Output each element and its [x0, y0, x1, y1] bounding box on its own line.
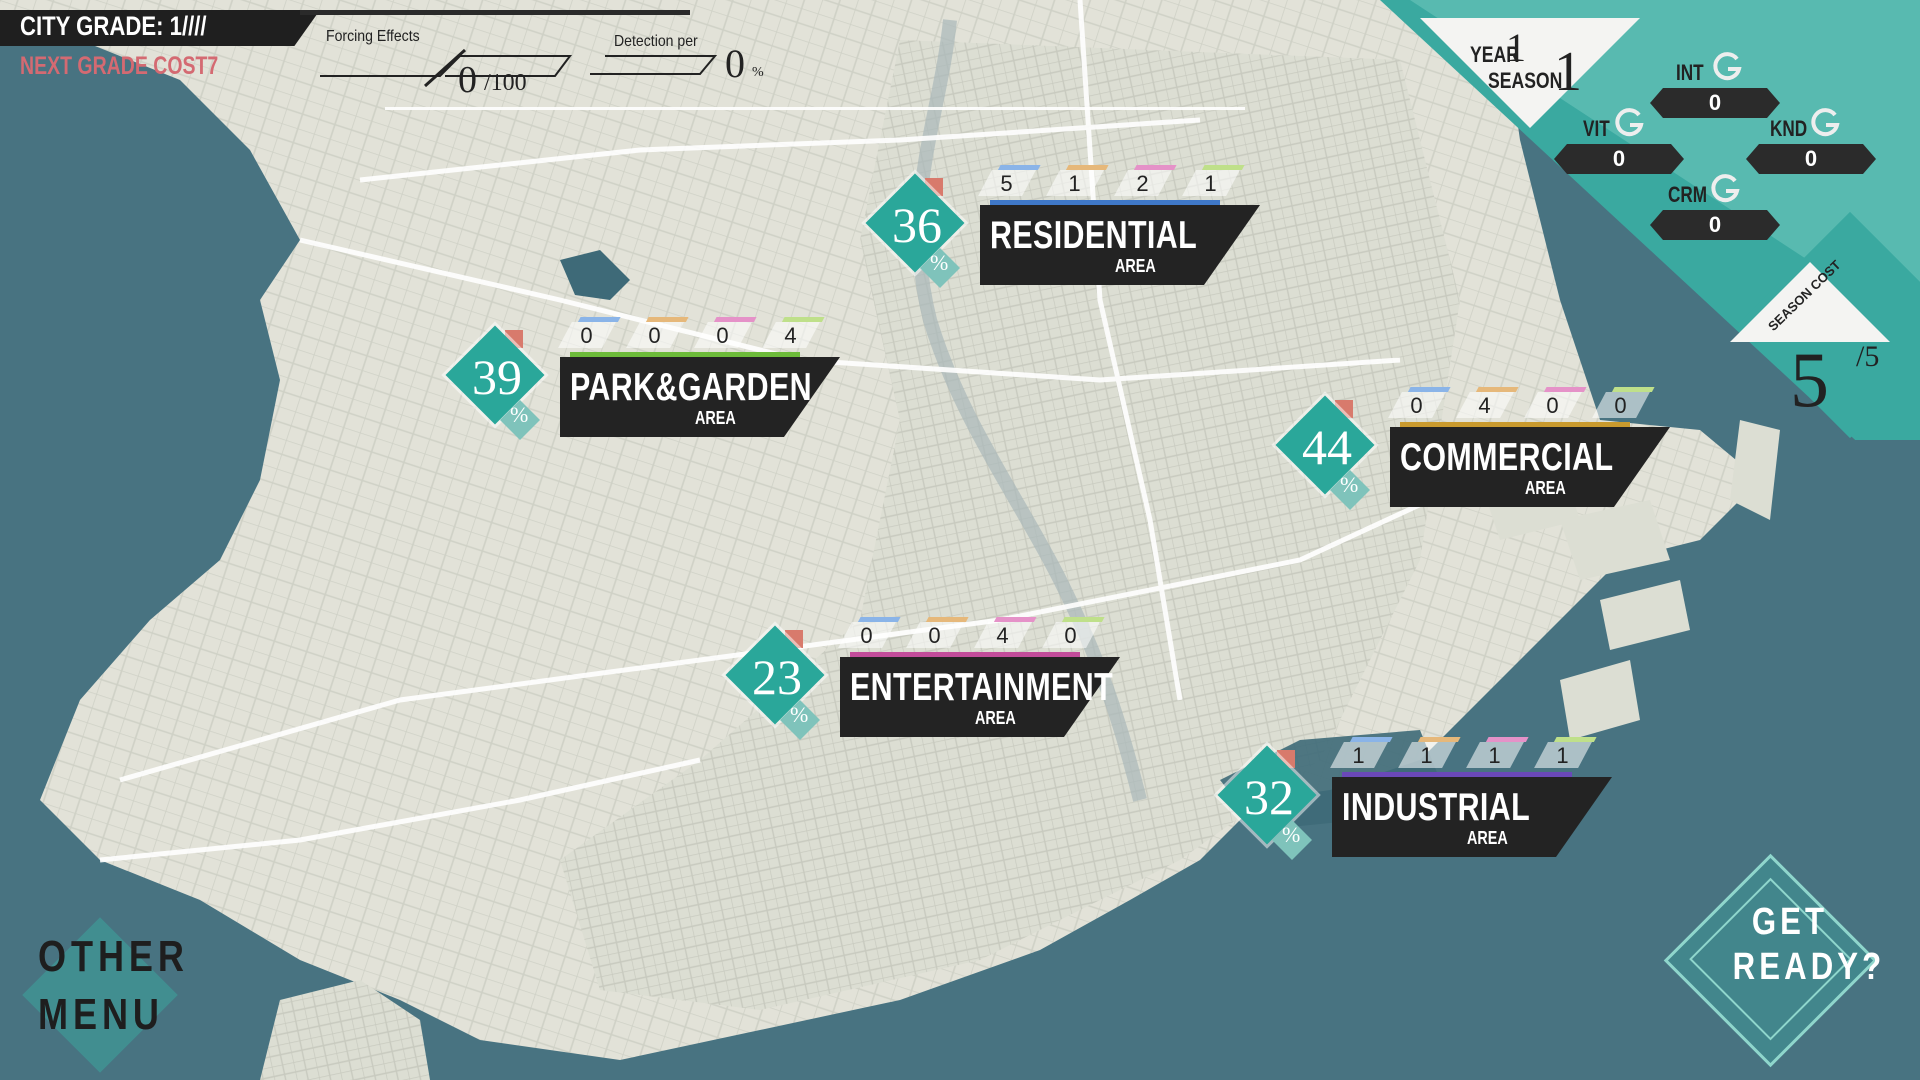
area-accent-line [850, 652, 1080, 657]
knd-value: 0 [1746, 144, 1876, 174]
vit-label: VIT [1583, 116, 1610, 141]
area-counts: 1 1 1 1 [1330, 737, 1597, 772]
crm-value: 0 [1650, 210, 1780, 240]
area-marker-industrial[interactable]: 1 1 1 1 INDUSTRIAL AREA 32 % [1212, 732, 1612, 862]
int-value: 0 [1650, 88, 1780, 118]
top-divider [385, 107, 1245, 110]
area-percent-sign: % [790, 702, 809, 727]
count-cell: 1 [1046, 165, 1109, 196]
count-cell: 0 [1524, 387, 1587, 418]
area-marker-entertainment[interactable]: 0 0 4 0 ENTERTAINMENT AREA 23 % [720, 612, 1120, 742]
crm-g-icon [1711, 174, 1740, 203]
area-percent: 44 [1302, 419, 1352, 475]
area-subtitle: AREA [1115, 256, 1156, 276]
year-value: 1 [1506, 25, 1526, 70]
other-menu-line-2: MENU [38, 990, 164, 1039]
area-marker-commercial[interactable]: 0 4 0 0 COMMERCIAL AREA 44 % [1270, 382, 1670, 512]
count-cell: 1 [1398, 737, 1461, 768]
get-ready-line-1: GET [1751, 901, 1829, 943]
area-name: PARK&GARDEN [570, 366, 813, 409]
count-cell: 1 [1182, 165, 1245, 196]
count-cell: 0 [558, 317, 621, 348]
vit-value: 0 [1554, 144, 1684, 174]
other-menu-button[interactable]: OTHER MENU [38, 928, 189, 1044]
season-label: SEASON [1488, 68, 1563, 93]
detection-label: Detection per [614, 33, 698, 50]
count-cell: 0 [1388, 387, 1451, 418]
season-value: 1 [1554, 41, 1582, 103]
area-accent-line [1400, 422, 1630, 427]
grade-divider [300, 10, 690, 15]
get-ready-line-2: READY? [1732, 946, 1886, 988]
forcing-effects-label: Forcing Effects [326, 28, 420, 45]
area-percent: 39 [472, 349, 522, 405]
area-percent-sign: % [510, 402, 529, 427]
area-marker-park-garden[interactable]: 0 0 0 4 PARK&GARDEN AREA 39 % [440, 312, 840, 442]
count-cell: 2 [1114, 165, 1177, 196]
count-cell: 4 [762, 317, 825, 348]
count-cell: 0 [1592, 387, 1655, 418]
area-percent-sign: % [930, 250, 949, 275]
next-grade-cost-label: NEXT GRADE COST7 [20, 52, 219, 80]
area-counts: 0 4 0 0 [1388, 387, 1655, 422]
area-accent-line [1342, 772, 1572, 777]
area-name: INDUSTRIAL [1342, 786, 1531, 829]
area-percent-sign: % [1282, 822, 1301, 847]
count-cell: 1 [1466, 737, 1529, 768]
area-percent: 32 [1244, 769, 1294, 825]
count-cell: 1 [1330, 737, 1393, 768]
detection-value: 0 [725, 41, 745, 86]
area-accent-line [990, 200, 1220, 205]
season-cost-max: /5 [1856, 340, 1880, 373]
area-accent-line [570, 352, 800, 357]
area-name: RESIDENTIAL [990, 214, 1198, 257]
area-name: COMMERCIAL [1400, 436, 1614, 479]
crm-label: CRM [1668, 182, 1708, 207]
area-counts: 0 0 4 0 [838, 617, 1105, 652]
int-label: INT [1676, 60, 1704, 85]
count-cell: 1 [1534, 737, 1597, 768]
area-subtitle: AREA [1525, 478, 1566, 498]
city-grade-label: CITY GRADE: 1//// [20, 11, 207, 41]
area-name: ENTERTAINMENT [850, 666, 1114, 709]
count-cell: 0 [694, 317, 757, 348]
knd-g-icon [1811, 108, 1840, 137]
count-cell: 4 [974, 617, 1037, 648]
other-menu-line-1: OTHER [38, 932, 189, 981]
area-percent-sign: % [1340, 472, 1359, 497]
count-cell: 0 [626, 317, 689, 348]
vit-g-icon [1615, 108, 1644, 137]
area-subtitle: AREA [1467, 828, 1508, 848]
season-cost-value: 5 [1790, 336, 1829, 423]
int-g-icon [1713, 52, 1742, 81]
knd-label: KND [1770, 116, 1808, 141]
count-cell: 5 [978, 165, 1041, 196]
area-percent: 36 [892, 197, 942, 253]
count-cell: 4 [1456, 387, 1519, 418]
area-subtitle: AREA [695, 408, 736, 428]
detection-unit: % [752, 65, 764, 80]
area-counts: 5 1 2 1 [978, 165, 1245, 200]
area-percent: 23 [752, 649, 802, 705]
area-subtitle: AREA [975, 708, 1016, 728]
forcing-effects-value: 0 [458, 59, 477, 101]
forcing-effects-max: /100 [484, 70, 527, 96]
count-cell: 0 [1042, 617, 1105, 648]
get-ready-button[interactable]: GET READY? [1732, 900, 1886, 990]
area-counts: 0 0 0 4 [558, 317, 825, 352]
count-cell: 0 [906, 617, 969, 648]
count-cell: 0 [838, 617, 901, 648]
area-marker-residential[interactable]: 5 1 2 1 RESIDENTIAL AREA 36 % [860, 160, 1260, 290]
